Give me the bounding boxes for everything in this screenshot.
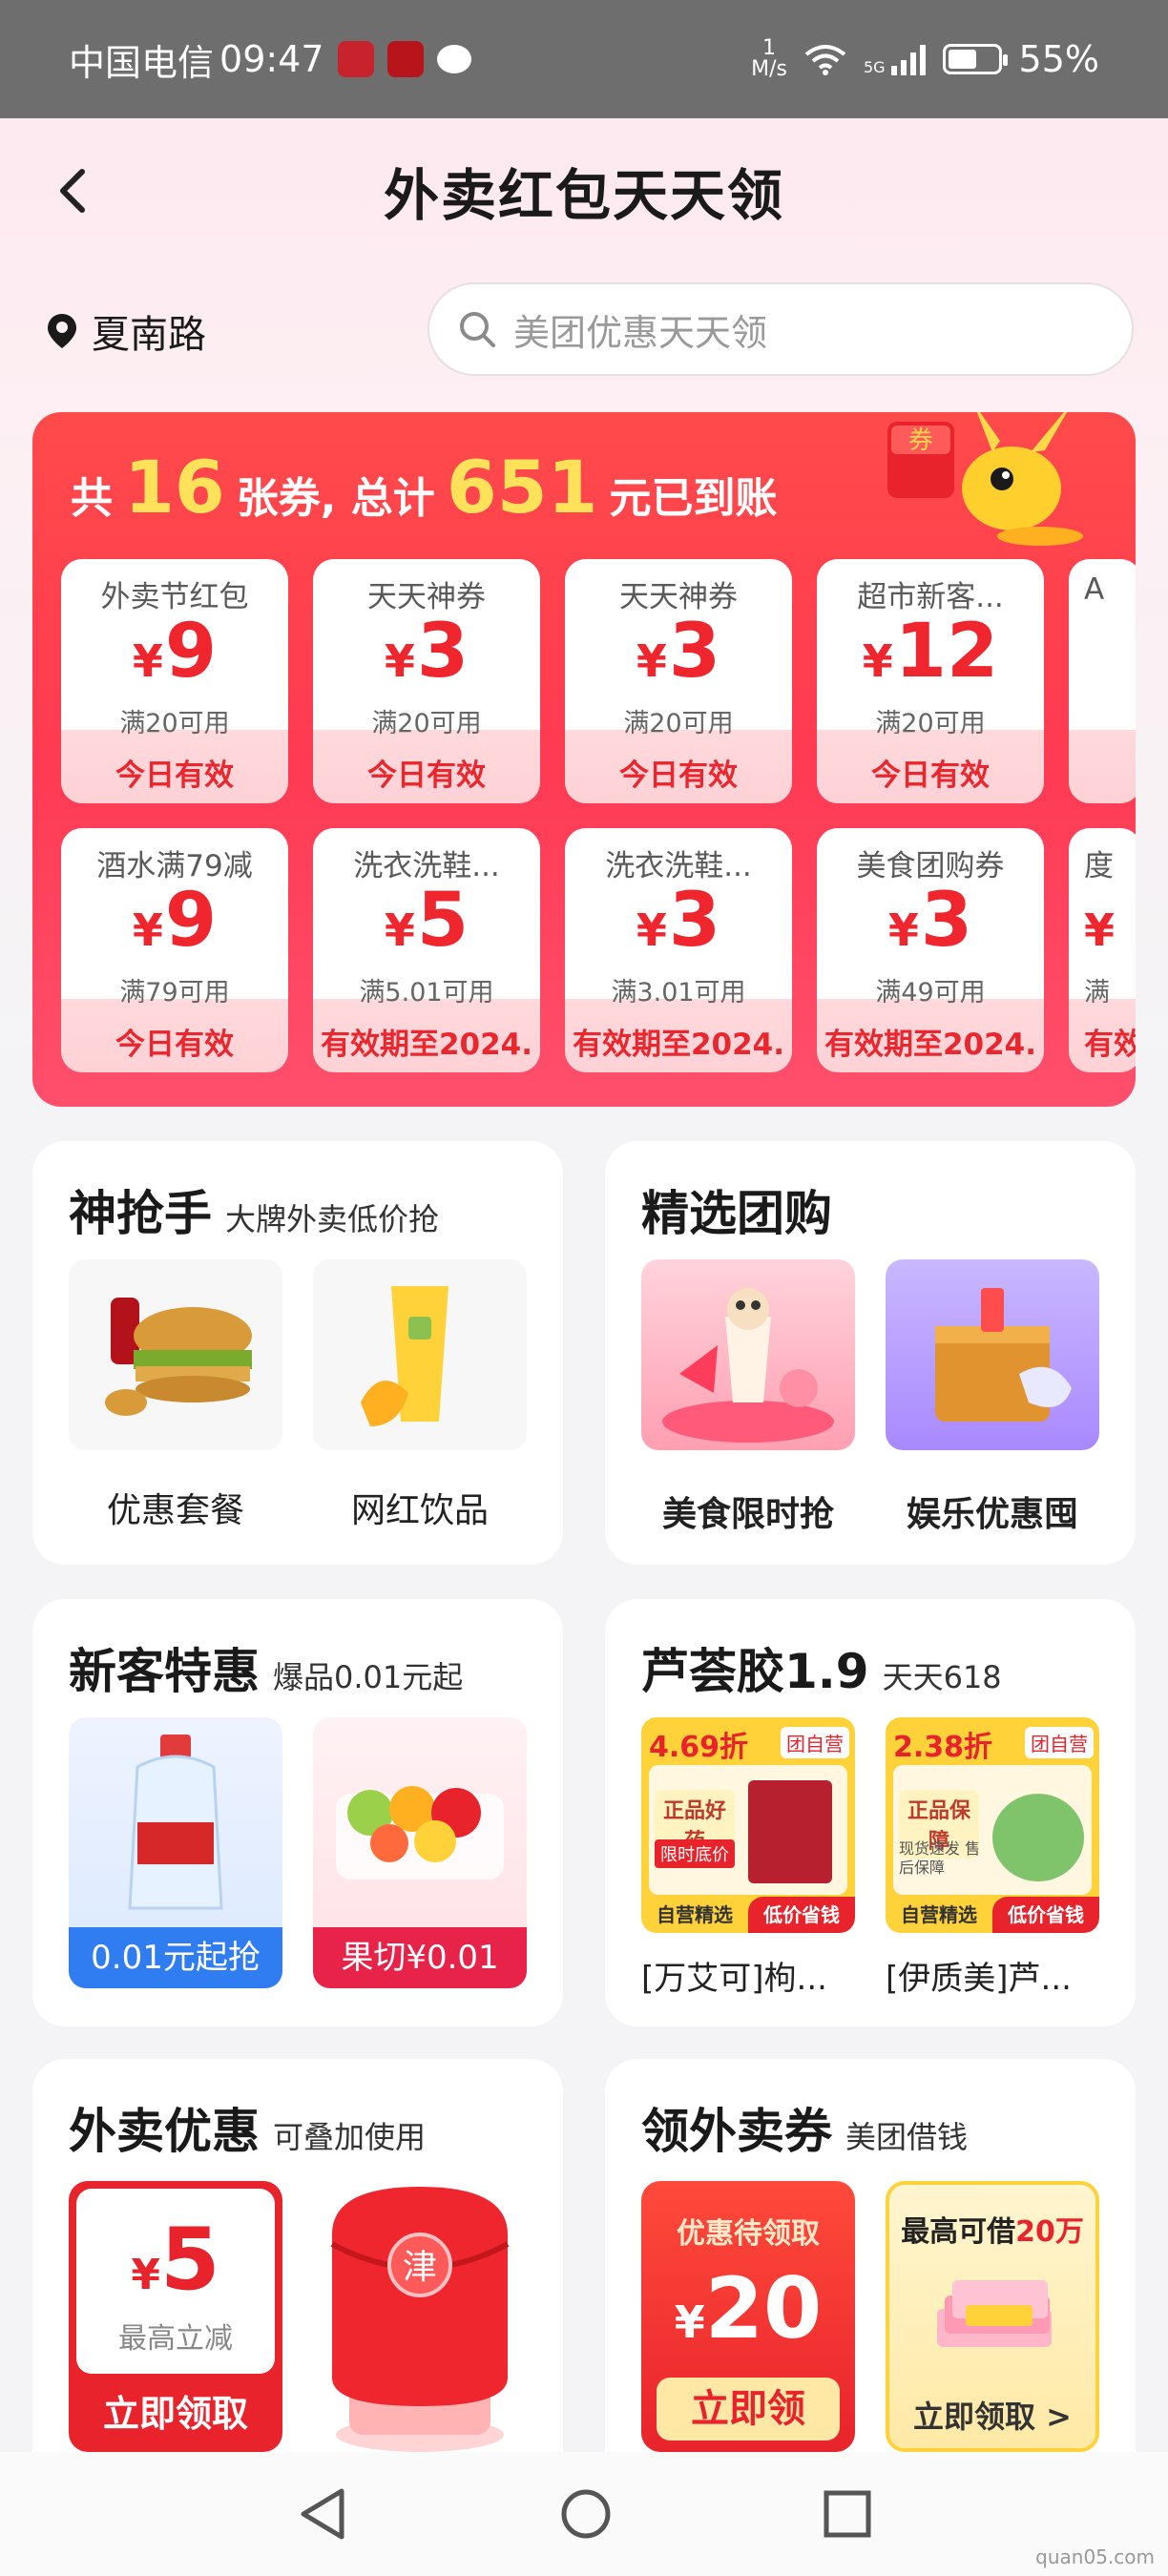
- card-title: 芦荟胶1.9: [641, 1644, 869, 1699]
- search-placeholder: 美团优惠天天领: [513, 311, 768, 354]
- location-name: 夏南路: [92, 313, 206, 357]
- tile-label: 优惠套餐: [106, 1491, 244, 1530]
- bank-app-icon: [386, 41, 424, 77]
- coupon-card[interactable]: 洗衣洗鞋... ¥3 满3.01可用 有效期至2024.: [565, 828, 792, 1072]
- discount-label: 2.38折: [893, 1731, 993, 1764]
- battery-icon: [942, 44, 1008, 74]
- tile-label: 果切¥0.01: [313, 1927, 527, 1988]
- claim-button: 立即领取 >: [913, 2399, 1072, 2435]
- self-operated-tag: 团自营: [1025, 1727, 1094, 1758]
- shopping-app-icon: [337, 41, 374, 77]
- system-nav-bar: [0, 2452, 1168, 2576]
- coupon-card[interactable]: 外卖节红包 ¥9 满20可用 今日有效: [61, 559, 288, 803]
- product-box-image: [748, 1780, 832, 1883]
- fruit-cut-image[interactable]: 果切¥0.01: [313, 1717, 527, 1988]
- coupon-card[interactable]: 酒水满79减 ¥9 满79可用 今日有效: [61, 828, 288, 1072]
- coupon-summary-panel: 共 16 张券, 总计 651 元已到账 券 外卖节红包 ¥9 满20可用 今日…: [32, 412, 1136, 1107]
- card-luhui[interactable]: 芦荟胶1.9 天天618 4.69折 团自营 正品好药 限时底价 自营精选 低价省…: [605, 1599, 1136, 2026]
- coupon-card[interactable]: 美食团购券 ¥3 满49可用 有效期至2024.: [817, 828, 1044, 1072]
- message-icon: [436, 45, 471, 73]
- nav-back-icon[interactable]: [296, 2485, 349, 2543]
- search-box[interactable]: 美团优惠天天领: [428, 282, 1134, 376]
- badge-secondary: 限时底价: [655, 1839, 735, 1868]
- card-title: 外卖优惠: [69, 2104, 260, 2159]
- cash-stack-icon: [937, 2280, 1052, 2347]
- card-title: 新客特惠: [69, 1644, 260, 1699]
- card-subtitle: 大牌外卖低价抢: [225, 1201, 440, 1237]
- coupon-row-2: 酒水满79减 ¥9 满79可用 今日有效 洗衣洗鞋... ¥5 满5.01可用 …: [61, 828, 1136, 1072]
- tile-label: 美食限时抢: [661, 1495, 834, 1534]
- red-envelope-icon: 津: [330, 2187, 510, 2452]
- discount-label: 4.69折: [649, 1731, 749, 1764]
- card-ling-waimaiquan[interactable]: 领外卖券 美团借钱 优惠待领取 ¥20 立即领 最高可借20万 立即领取 >: [605, 2059, 1136, 2452]
- card-subtitle: 美团借钱: [845, 2119, 969, 2155]
- svg-text:津: 津: [403, 2248, 437, 2287]
- card-subtitle: 爆品0.01元起: [273, 1659, 464, 1695]
- mascot-with-coupon-icon: 券: [887, 412, 1083, 546]
- twenty-yuan-coupon[interactable]: 优惠待领取 ¥20 立即领: [641, 2181, 855, 2452]
- network-speed: 1 M/s: [751, 36, 787, 81]
- card-title: 精选团购: [641, 1186, 832, 1241]
- badge-secondary: 现货速发 售后保障: [899, 1839, 981, 1877]
- food-flash-sale-image[interactable]: [641, 1259, 855, 1450]
- coupon-count: 16: [124, 445, 225, 530]
- coupon-row-1: 外卖节红包 ¥9 满20可用 今日有效 天天神券 ¥3 满20可用 今日有效 天…: [61, 559, 1136, 803]
- coupon-card[interactable]: 天天神券 ¥3 满20可用 今日有效: [565, 559, 792, 803]
- water-bottle-image[interactable]: 0.01元起抢: [69, 1717, 282, 1988]
- battery-percent: 55%: [1018, 38, 1099, 80]
- location-selector[interactable]: 夏南路: [46, 303, 206, 359]
- product-label: [伊质美]芦...: [886, 1960, 1072, 1998]
- product-tile[interactable]: 4.69折 团自营 正品好药 限时底价 自营精选 低价省钱: [641, 1717, 855, 1933]
- five-yuan-coupon[interactable]: ¥5 最高立减 立即领取: [69, 2181, 282, 2452]
- bubble-tea-image[interactable]: [313, 1259, 527, 1450]
- tile-label: 0.01元起抢: [69, 1927, 282, 1988]
- product-label: [万艾可]枸...: [641, 1960, 827, 1998]
- carrier-label: 中国电信: [69, 41, 215, 84]
- aloe-gel-jar-image: [992, 1794, 1084, 1881]
- card-xinke-tehui[interactable]: 新客特惠 爆品0.01元起 0.01元起抢 果切¥0.01: [32, 1599, 563, 2026]
- watermark: quan05.com: [1035, 2545, 1155, 2568]
- coupon-card-partial[interactable]: A: [1069, 559, 1136, 803]
- location-pin-icon: [48, 314, 76, 348]
- tile-label: 娱乐优惠囤: [906, 1495, 1078, 1534]
- loan-offer-tile[interactable]: 最高可借20万 立即领取 >: [886, 2181, 1099, 2452]
- card-title: 领外卖券: [641, 2104, 832, 2159]
- back-arrow-icon[interactable]: [48, 164, 101, 218]
- card-shenqiangshou[interactable]: 神抢手 大牌外卖低价抢 优惠套餐 网红饮品: [32, 1141, 563, 1565]
- card-title: 神抢手: [69, 1186, 212, 1241]
- search-icon: [460, 312, 495, 347]
- wifi-icon: [804, 45, 846, 75]
- coupon-summary-headline: 共 16 张券, 总计 651 元已到账: [71, 445, 778, 530]
- claim-button: 立即领取: [102, 2393, 248, 2435]
- page-header: 外卖红包天天领: [0, 143, 1168, 239]
- card-subtitle: 可叠加使用: [273, 2119, 427, 2155]
- coupon-card[interactable]: 洗衣洗鞋... ¥5 满5.01可用 有效期至2024.: [313, 828, 540, 1072]
- burger-combo-image[interactable]: [69, 1259, 282, 1450]
- coupon-total: 651: [446, 445, 598, 530]
- tile-label: 网红饮品: [350, 1491, 489, 1530]
- nav-recents-icon[interactable]: [823, 2489, 872, 2539]
- page-title: 外卖红包天天领: [383, 163, 784, 228]
- nav-home-icon[interactable]: [559, 2487, 613, 2541]
- card-jingxuan-tuangou[interactable]: 精选团购 美食限时抢 娱乐优惠囤: [605, 1141, 1136, 1565]
- product-tile[interactable]: 2.38折 团自营 正品保障 现货速发 售后保障 自营精选 低价省钱: [886, 1717, 1099, 1933]
- coupon-card[interactable]: 超市新客... ¥12 满20可用 今日有效: [817, 559, 1044, 803]
- self-operated-tag: 团自营: [781, 1727, 849, 1758]
- card-subtitle: 天天618: [882, 1659, 1002, 1695]
- clock: 09:47: [219, 38, 324, 80]
- svg-text:券: 券: [908, 426, 933, 455]
- coupon-card[interactable]: 天天神券 ¥3 满20可用 今日有效: [313, 559, 540, 803]
- cell-signal-icon: 5G: [864, 43, 926, 75]
- status-bar: 中国电信 09:47 1 M/s 5G 55%: [0, 0, 1168, 118]
- card-waimai-youhui[interactable]: 外卖优惠 可叠加使用 ¥5 最高立减 立即领取 津: [32, 2059, 563, 2452]
- entertainment-deals-image[interactable]: [886, 1259, 1099, 1450]
- coupon-card-partial[interactable]: 度 ¥ 满 有效: [1069, 828, 1136, 1072]
- claim-button: 立即领: [657, 2378, 840, 2441]
